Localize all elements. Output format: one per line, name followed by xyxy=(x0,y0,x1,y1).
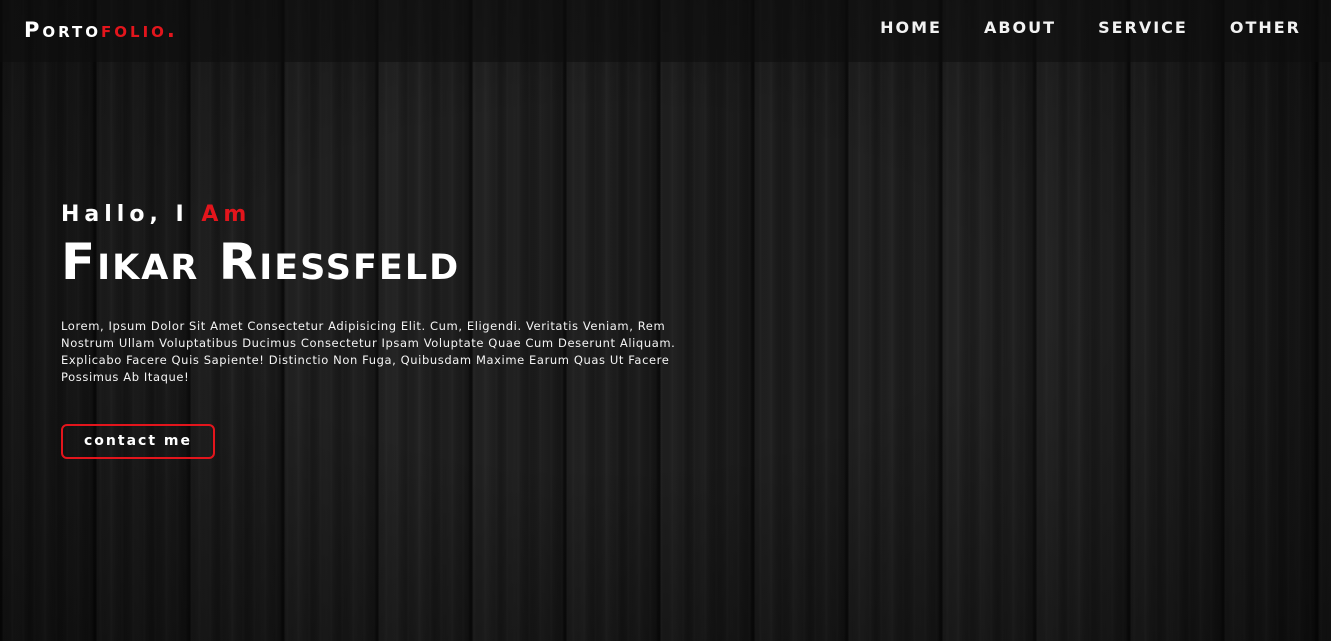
navbar: Portofolio. HOME ABOUT SERVICE OTHER xyxy=(0,0,1331,62)
nav-item-other[interactable]: OTHER xyxy=(1230,18,1301,38)
hero-section: Hallo, I Am Fikar Riessfeld Lorem, Ipsum… xyxy=(61,200,701,459)
greeting-highlight: Am xyxy=(201,202,252,227)
hero-description: Lorem, Ipsum Dolor Sit Amet Consectetur … xyxy=(61,319,676,384)
nav-item-home[interactable]: HOME xyxy=(880,18,942,38)
nav-item-service[interactable]: SERVICE xyxy=(1098,18,1188,38)
nav-menu: HOME ABOUT SERVICE OTHER xyxy=(880,18,1301,38)
hero-greeting: Hallo, I Am xyxy=(61,200,701,230)
logo-text-primary: Porto xyxy=(24,18,102,42)
site-logo[interactable]: Portofolio. xyxy=(24,16,178,44)
hero-name: Fikar Riessfeld xyxy=(61,233,461,291)
greeting-text: Hallo, I xyxy=(61,202,189,227)
nav-item-about[interactable]: ABOUT xyxy=(984,18,1056,38)
logo-text-accent: folio. xyxy=(101,18,178,42)
contact-me-button[interactable]: contact me xyxy=(61,424,215,459)
